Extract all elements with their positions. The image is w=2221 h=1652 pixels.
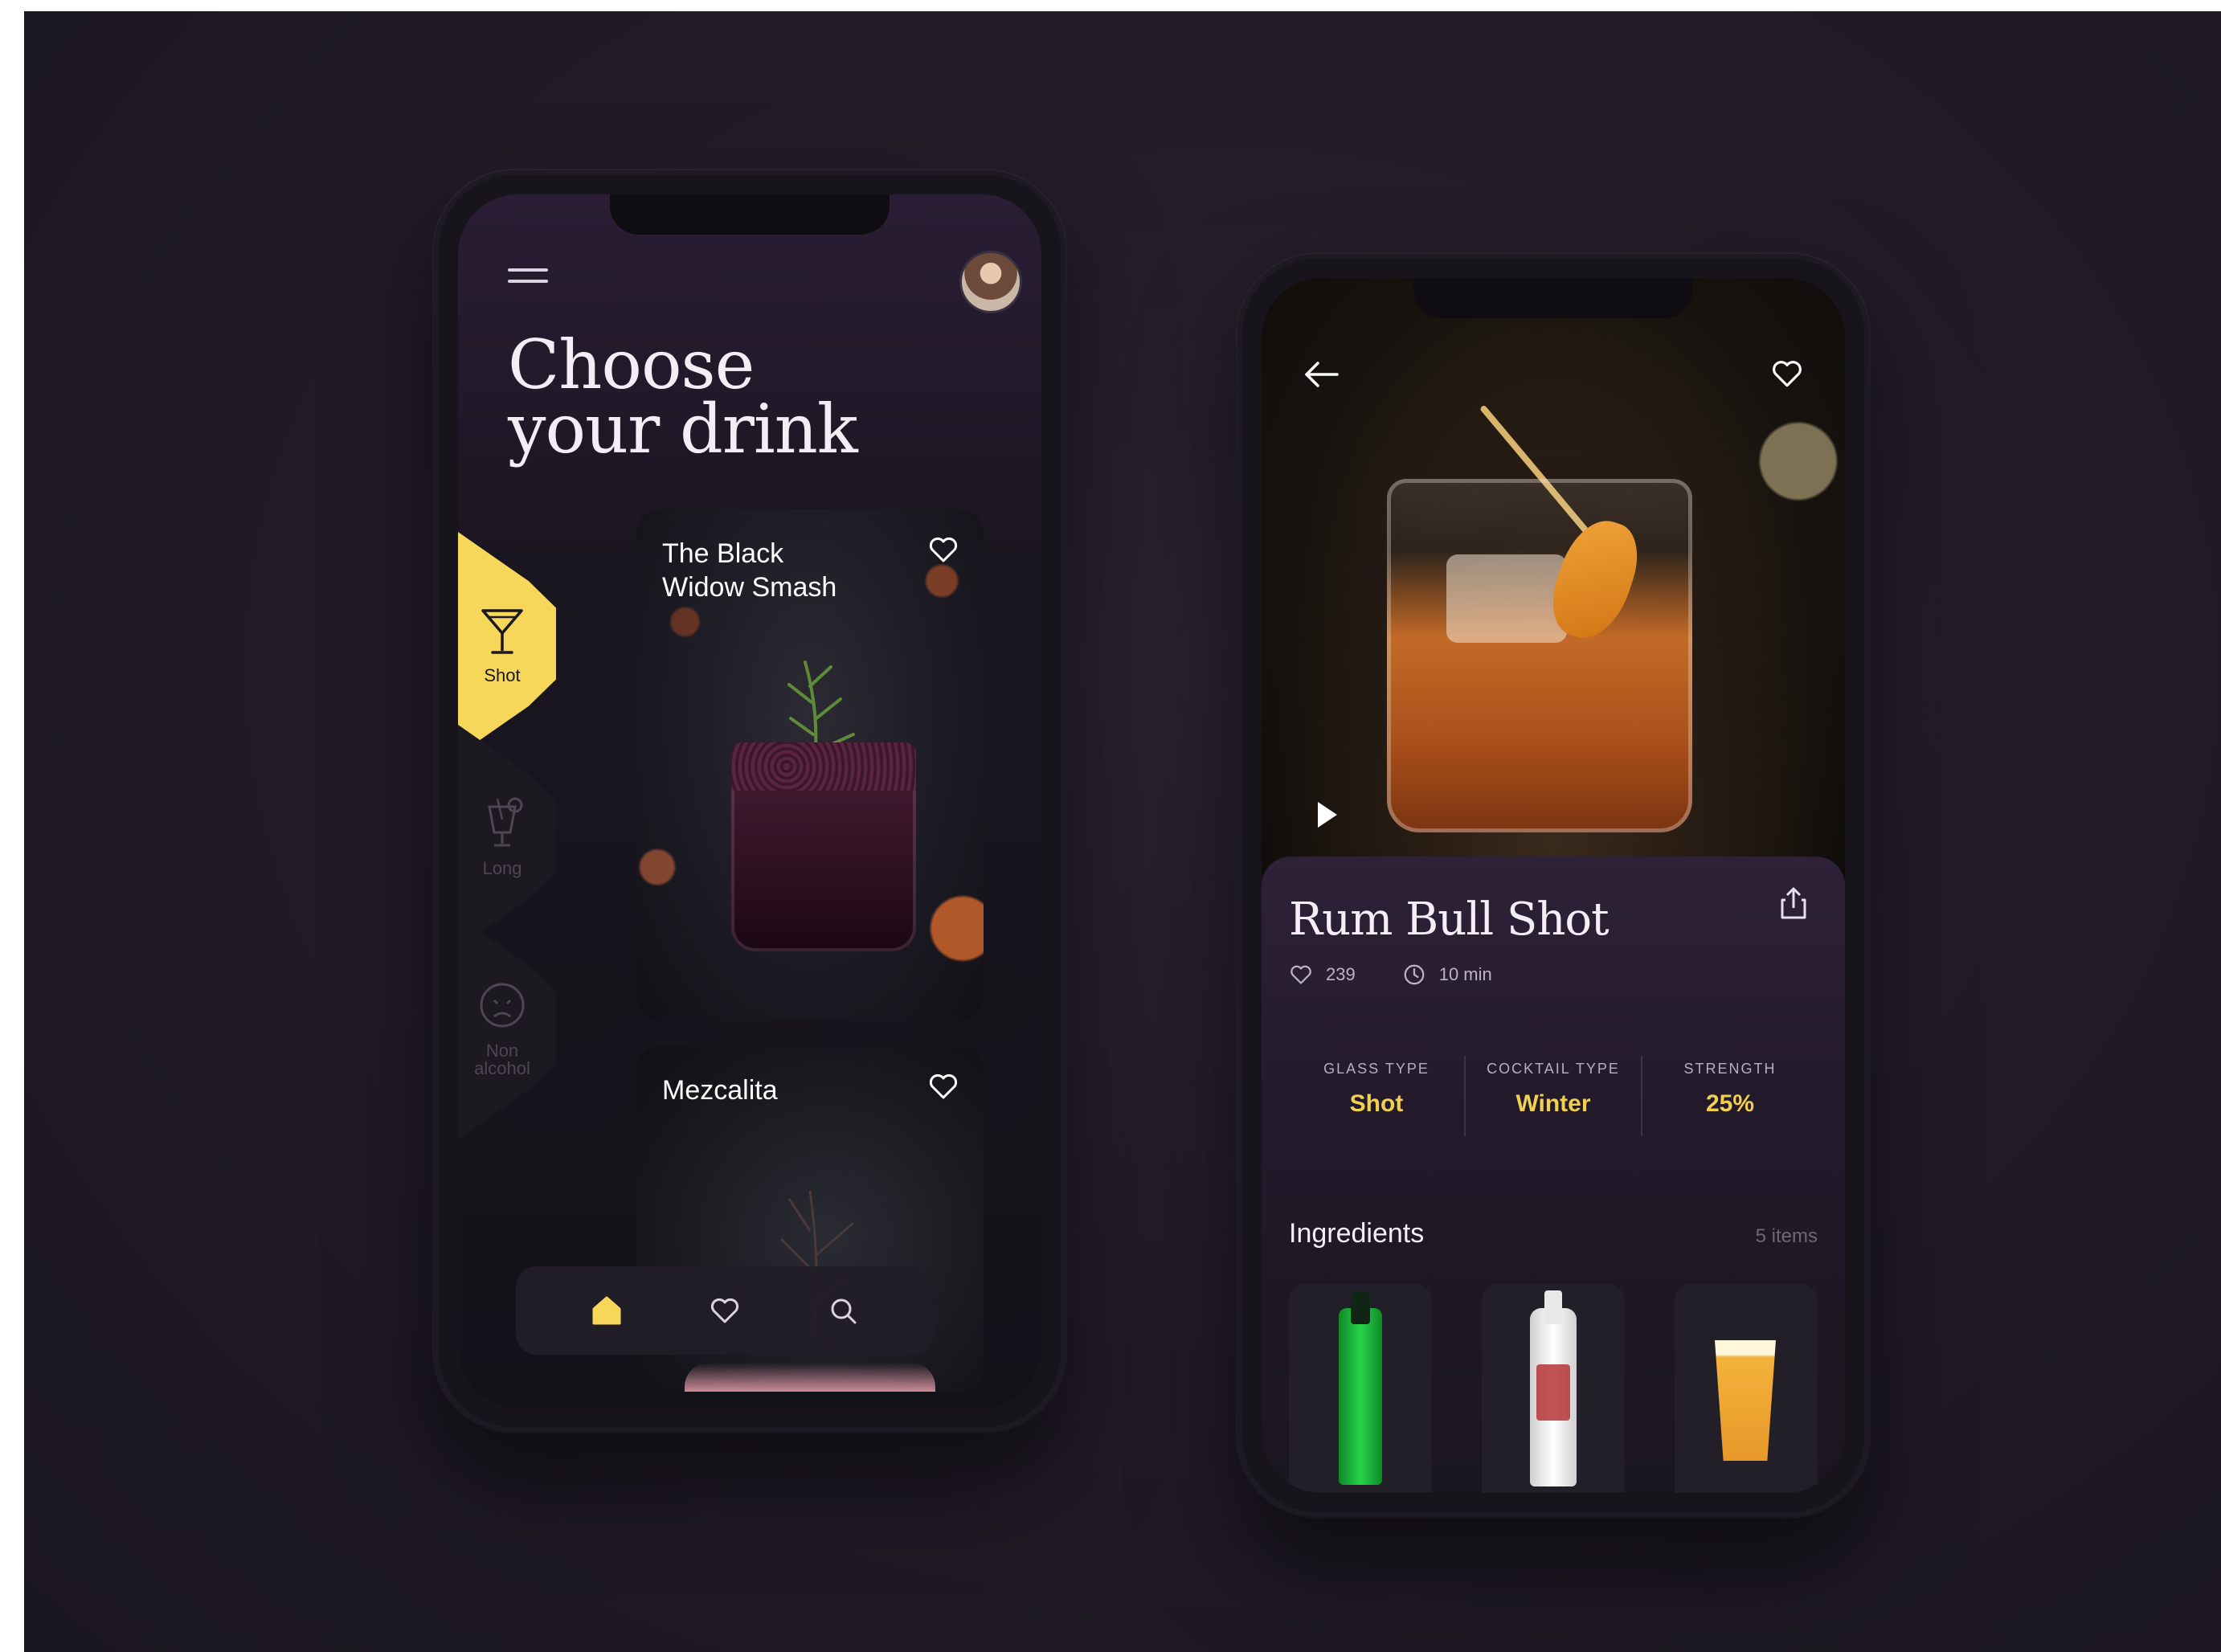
sad-face-icon <box>480 983 525 1028</box>
spec-value: Winter <box>1515 1090 1591 1117</box>
bottom-nav <box>516 1266 934 1355</box>
category-label: Non alcohol <box>474 1041 530 1078</box>
ingredient-card[interactable] <box>1675 1284 1818 1493</box>
ingredients-count: 5 items <box>1755 1225 1818 1247</box>
martini-glass-icon <box>481 609 523 654</box>
spec-key: GLASS TYPE <box>1323 1061 1430 1077</box>
green-liqueur-bottle <box>1339 1292 1382 1485</box>
rum-glass-image <box>1387 479 1692 832</box>
ingredients-list <box>1289 1284 1818 1493</box>
spec-key: COCKTAIL TYPE <box>1487 1061 1620 1077</box>
spec-key: STRENGTH <box>1683 1061 1777 1077</box>
ingredient-card[interactable] <box>1289 1284 1432 1493</box>
spec-glass-type: GLASS TYPE Shot <box>1289 1056 1466 1136</box>
beer-glass <box>1715 1340 1776 1461</box>
cocktail-glass-image <box>731 742 916 951</box>
category-shot[interactable]: Shot <box>458 532 556 755</box>
backdrop: Choose your drink Shot Long Non alcohol … <box>24 11 2221 1652</box>
card-title: The Black Widow Smash <box>662 538 837 603</box>
phone-right: Rum Bull Shot 239 10 min GLASS TYPE Shot… <box>1237 254 1869 1517</box>
screen-drink-detail: Rum Bull Shot 239 10 min GLASS TYPE Shot… <box>1262 278 1845 1493</box>
search-icon <box>831 1298 857 1324</box>
card-glow <box>685 1363 935 1392</box>
ingredients-header: Ingredients 5 items <box>1289 1218 1818 1249</box>
heart-icon[interactable] <box>1769 357 1805 391</box>
category-label: Shot <box>484 665 521 685</box>
heart-icon <box>710 1298 739 1323</box>
prep-time: 10 min <box>1402 963 1492 987</box>
screen-choose-drink: Choose your drink Shot Long Non alcohol … <box>458 194 1041 1408</box>
spec-cocktail-type: COCKTAIL TYPE Winter <box>1466 1056 1642 1136</box>
card-title: Mezcalita <box>662 1075 778 1106</box>
page-title: Choose your drink <box>508 325 858 468</box>
phone-notch <box>1413 278 1693 318</box>
drink-meta: 239 10 min <box>1289 963 1492 987</box>
back-arrow-icon[interactable] <box>1302 358 1342 391</box>
long-drink-icon <box>488 797 523 847</box>
share-icon[interactable] <box>1777 885 1810 921</box>
spec-value: 25% <box>1705 1090 1755 1117</box>
phone-left: Choose your drink Shot Long Non alcohol … <box>434 170 1066 1432</box>
clock-icon <box>1404 964 1425 985</box>
drink-specs: GLASS TYPE Shot COCKTAIL TYPE Winter STR… <box>1289 1056 1818 1136</box>
menu-icon[interactable] <box>508 268 548 289</box>
play-icon[interactable] <box>1315 800 1339 829</box>
drink-name: Rum Bull Shot <box>1289 893 1610 946</box>
spec-strength: STRENGTH 25% <box>1642 1056 1818 1136</box>
nav-search[interactable] <box>824 1291 862 1330</box>
likes-value: 239 <box>1326 964 1356 984</box>
category-non-alcohol[interactable]: Non alcohol <box>458 916 556 1139</box>
rum-bottle <box>1530 1290 1577 1486</box>
heart-icon[interactable] <box>927 534 959 566</box>
category-label: Long <box>482 858 522 878</box>
hero-image <box>1262 278 1845 889</box>
avatar[interactable] <box>959 251 1022 313</box>
category-rail: Shot Long Non alcohol <box>458 532 562 1143</box>
drink-card[interactable]: The Black Widow Smash <box>636 509 984 1020</box>
nav-home[interactable] <box>587 1291 626 1330</box>
time-value: 10 min <box>1438 964 1492 984</box>
spec-value: Shot <box>1349 1090 1404 1117</box>
phone-notch <box>610 194 890 235</box>
ingredients-title: Ingredients <box>1289 1218 1425 1249</box>
category-long[interactable]: Long <box>458 725 556 948</box>
likes-count: 239 <box>1289 963 1356 987</box>
drink-detail-panel: Rum Bull Shot 239 10 min GLASS TYPE Shot… <box>1262 857 1845 1493</box>
home-icon <box>592 1296 621 1325</box>
ingredient-card[interactable] <box>1482 1284 1625 1493</box>
ice-cube <box>1446 554 1567 643</box>
heart-icon <box>1290 965 1311 984</box>
nav-favorites[interactable] <box>706 1291 744 1330</box>
heart-icon[interactable] <box>927 1070 959 1102</box>
